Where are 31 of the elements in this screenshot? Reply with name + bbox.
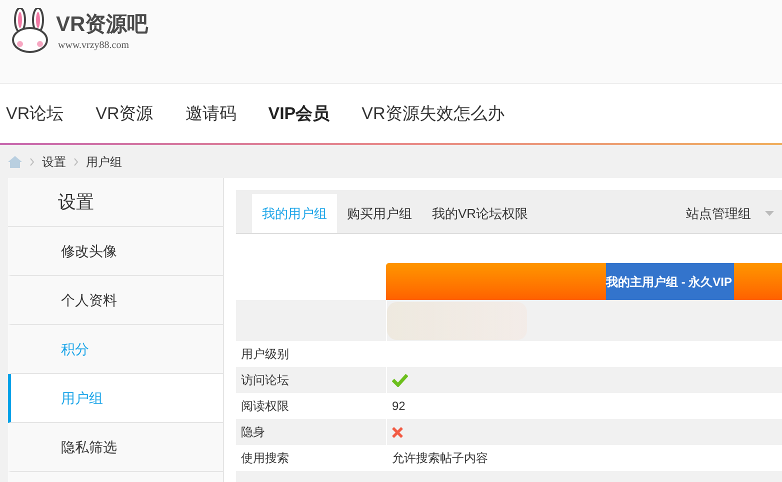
tab[interactable]: 我的VR论坛权限 xyxy=(422,194,538,233)
home-icon[interactable] xyxy=(8,156,22,168)
permission-value: 92 xyxy=(392,398,406,415)
sidebar-item[interactable]: 修改头像 xyxy=(8,227,223,276)
sidebar-item[interactable]: 隐私筛选 xyxy=(8,423,223,472)
sidebar-item[interactable]: 个人资料 xyxy=(8,276,223,325)
caret-icon xyxy=(765,211,774,216)
chevron-icon xyxy=(74,158,78,166)
permission-value: 允许搜索帖子内容 xyxy=(392,450,488,467)
nav-link[interactable]: VR论坛 xyxy=(0,100,71,126)
logo-url: www.vrzy88.com xyxy=(57,39,130,53)
nav-link[interactable]: VIP会员 xyxy=(261,100,337,126)
permission-label: 使用搜索 xyxy=(240,450,290,467)
permission-label: 访问论坛 xyxy=(240,372,290,389)
nav-link[interactable]: VR资源失效怎么办 xyxy=(354,100,512,126)
logo-title: VR资源吧 xyxy=(56,12,148,38)
nav-link[interactable]: VR资源 xyxy=(88,100,160,126)
rabbit-logo-icon xyxy=(10,8,50,54)
group-dropdown[interactable]: 站点管理组 xyxy=(686,194,782,233)
chevron-icon xyxy=(30,158,34,166)
permission-label: 用户级别 xyxy=(240,346,290,363)
group-header-label: 我的主用户组 - 永久VIP xyxy=(606,263,734,300)
breadcrumb-link[interactable]: 用户组 xyxy=(86,152,122,170)
permission-label: 隐身 xyxy=(240,424,266,441)
tab[interactable]: 购买用户组 xyxy=(337,194,422,233)
permission-label: 阅读权限 xyxy=(240,398,290,415)
sidebar-title: 设置 xyxy=(8,178,223,227)
cross-icon xyxy=(392,426,403,438)
nav-link[interactable]: 邀请码 xyxy=(178,100,244,126)
breadcrumb-link[interactable]: 设置 xyxy=(42,152,66,170)
checkmark-icon xyxy=(392,373,408,387)
